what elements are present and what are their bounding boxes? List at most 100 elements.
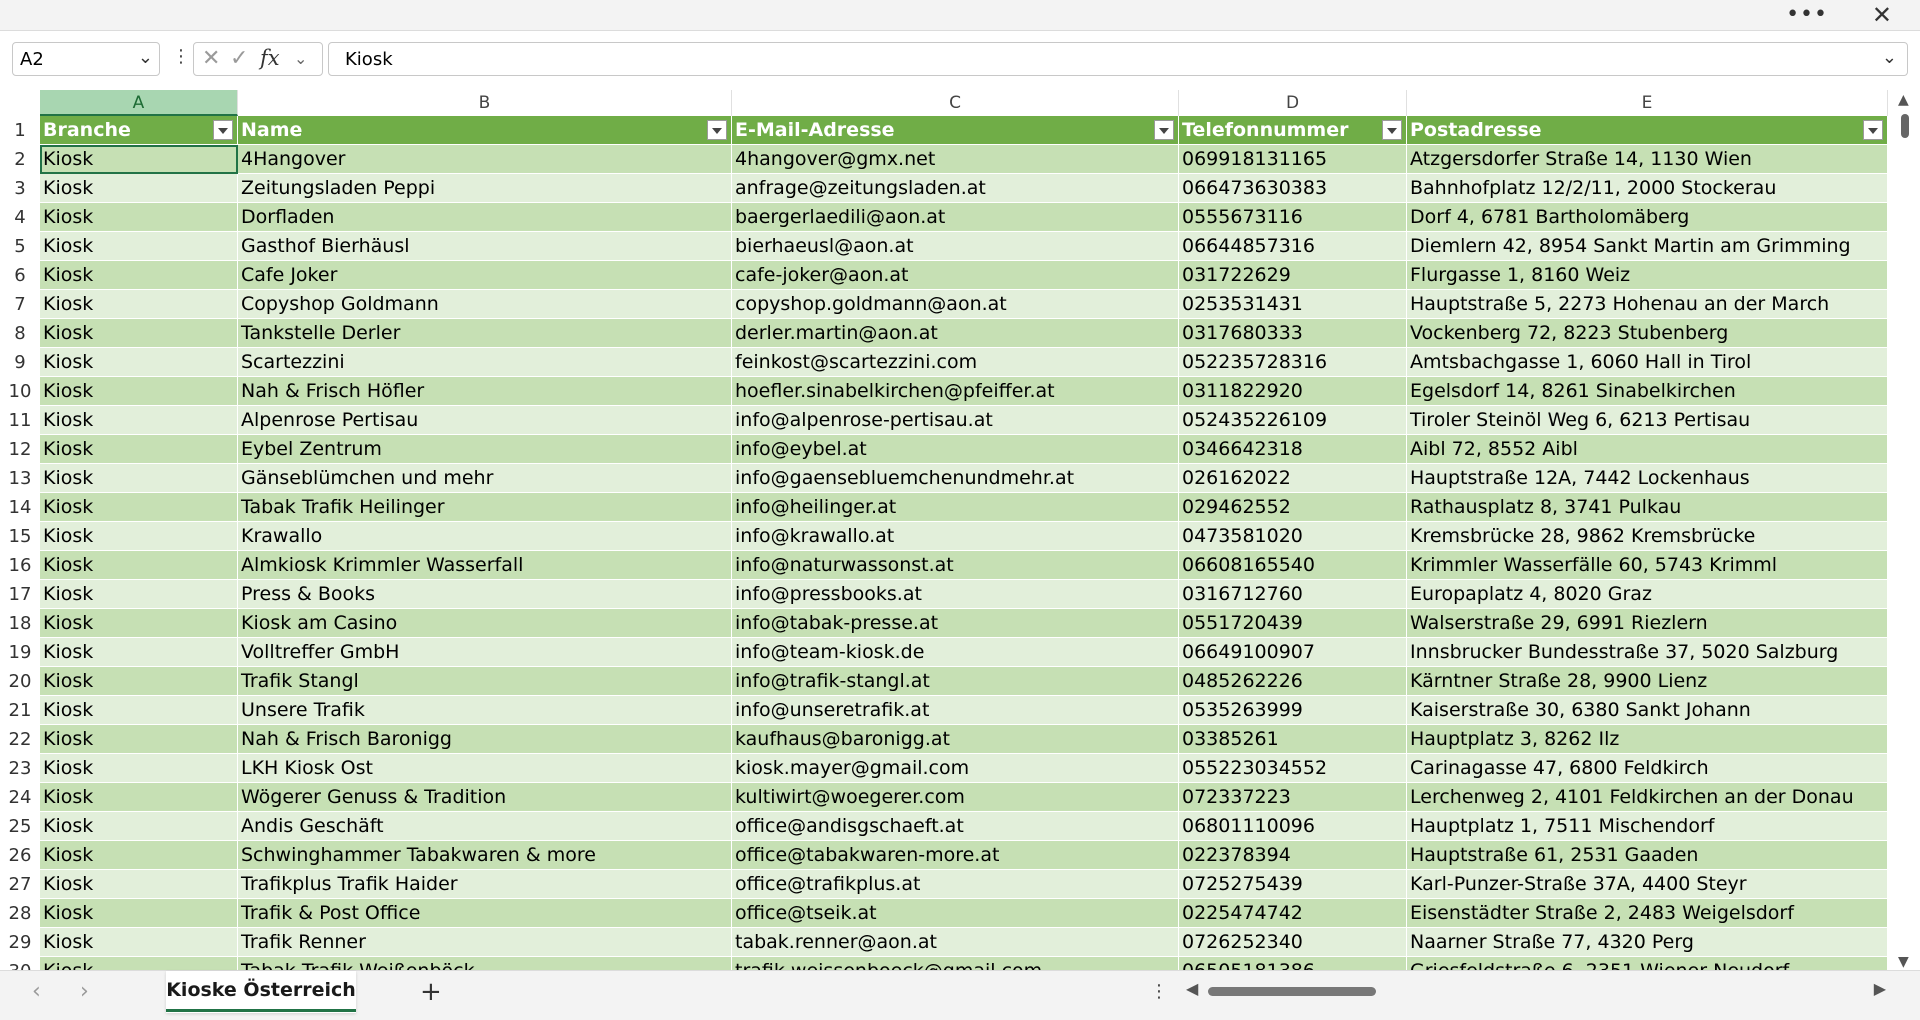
table-cell[interactable]: Kiosk — [40, 261, 238, 290]
scroll-left-icon[interactable]: ◀ — [1186, 979, 1198, 998]
table-cell[interactable]: info@team-kiosk.de — [732, 638, 1179, 667]
table-cell[interactable]: bierhaeusl@aon.at — [732, 232, 1179, 261]
table-cell[interactable]: 052435226109 — [1179, 406, 1407, 435]
scroll-thumb[interactable] — [1901, 114, 1909, 138]
table-cell[interactable]: 0346642318 — [1179, 435, 1407, 464]
table-cell[interactable]: 029462552 — [1179, 493, 1407, 522]
table-cell[interactable]: copyshop.goldmann@aon.at — [732, 290, 1179, 319]
table-cell[interactable]: Dorfladen — [238, 203, 732, 232]
row-number[interactable]: 20 — [0, 667, 40, 696]
vertical-scrollbar[interactable]: ▲ ▼ — [1892, 90, 1920, 970]
table-cell[interactable]: 055223034552 — [1179, 754, 1407, 783]
table-cell[interactable]: Naarner Straße 77, 4320 Perg — [1407, 928, 1888, 957]
table-cell[interactable]: Trafik & Post Office — [238, 899, 732, 928]
table-cell[interactable]: Kiosk — [40, 667, 238, 696]
table-cell[interactable]: Kiosk — [40, 232, 238, 261]
table-cell[interactable]: Kiosk — [40, 812, 238, 841]
table-cell[interactable]: anfrage@zeitungsladen.at — [732, 174, 1179, 203]
row-number[interactable]: 6 — [0, 261, 40, 290]
table-cell[interactable]: Krawallo — [238, 522, 732, 551]
table-cell[interactable]: Kiosk — [40, 406, 238, 435]
more-icon[interactable]: ••• — [1786, 2, 1828, 27]
table-cell[interactable]: Scartezzini — [238, 348, 732, 377]
row-number[interactable]: 10 — [0, 377, 40, 406]
table-cell[interactable]: Unsere Trafik — [238, 696, 732, 725]
table-cell[interactable]: tabak.renner@aon.at — [732, 928, 1179, 957]
table-cell[interactable]: Kiosk — [40, 754, 238, 783]
chevron-down-icon[interactable]: ⌄ — [138, 47, 153, 68]
table-cell[interactable]: info@heilinger.at — [732, 493, 1179, 522]
table-cell[interactable]: Tabak Trafik Heilinger — [238, 493, 732, 522]
table-cell[interactable]: office@trafikplus.at — [732, 870, 1179, 899]
table-cell[interactable]: Press & Books — [238, 580, 732, 609]
table-cell[interactable]: 026162022 — [1179, 464, 1407, 493]
table-cell[interactable]: baergerlaedili@aon.at — [732, 203, 1179, 232]
table-cell[interactable]: Kiosk — [40, 522, 238, 551]
next-sheet-icon[interactable]: › — [80, 979, 89, 1004]
row-number[interactable]: 7 — [0, 290, 40, 319]
expand-formula-icon[interactable]: ⌄ — [1882, 47, 1897, 68]
table-cell[interactable]: Kiosk — [40, 348, 238, 377]
row-number[interactable]: 22 — [0, 725, 40, 754]
filter-dropdown-icon[interactable] — [213, 120, 233, 140]
table-cell[interactable]: 0253531431 — [1179, 290, 1407, 319]
table-cell[interactable]: 0317680333 — [1179, 319, 1407, 348]
table-cell[interactable]: office@tseik.at — [732, 899, 1179, 928]
table-cell[interactable]: Wögerer Genuss & Tradition — [238, 783, 732, 812]
table-cell[interactable]: Kiosk — [40, 551, 238, 580]
table-cell[interactable]: Aibl 72, 8552 Aibl — [1407, 435, 1888, 464]
column-header-d[interactable]: D — [1179, 90, 1407, 116]
table-cell[interactable]: Flurgasse 1, 8160 Weiz — [1407, 261, 1888, 290]
table-cell[interactable]: 0555673116 — [1179, 203, 1407, 232]
filter-dropdown-icon[interactable] — [1382, 120, 1402, 140]
table-cell[interactable]: Kiosk — [40, 870, 238, 899]
table-cell[interactable]: Diemlern 42, 8954 Sankt Martin am Grimmi… — [1407, 232, 1888, 261]
row-number[interactable]: 28 — [0, 899, 40, 928]
table-cell[interactable]: 069918131165 — [1179, 145, 1407, 174]
scroll-down-icon[interactable]: ▼ — [1898, 954, 1909, 970]
table-cell[interactable]: 06505181386 — [1179, 957, 1407, 970]
table-cell[interactable]: 0485262226 — [1179, 667, 1407, 696]
table-cell[interactable]: Hauptplatz 1, 7511 Mischendorf — [1407, 812, 1888, 841]
row-number[interactable]: 17 — [0, 580, 40, 609]
table-cell[interactable]: Eisenstädter Straße 2, 2483 Weigelsdorf — [1407, 899, 1888, 928]
table-cell[interactable]: info@trafik-stangl.at — [732, 667, 1179, 696]
table-cell[interactable]: Tiroler Steinöl Weg 6, 6213 Pertisau — [1407, 406, 1888, 435]
table-cell[interactable]: Europaplatz 4, 8020 Graz — [1407, 580, 1888, 609]
table-cell[interactable]: Kiosk — [40, 145, 238, 174]
previous-sheet-icon[interactable]: ‹ — [32, 979, 41, 1004]
name-box[interactable]: A2 ⌄ — [12, 42, 160, 76]
row-number[interactable]: 29 — [0, 928, 40, 957]
table-cell[interactable]: Kaiserstraße 30, 6380 Sankt Johann — [1407, 696, 1888, 725]
table-cell[interactable]: info@alpenrose-pertisau.at — [732, 406, 1179, 435]
check-icon[interactable]: ✓ — [230, 46, 248, 71]
vertical-dots-icon[interactable]: ⋮ — [1150, 981, 1168, 1002]
table-cell[interactable]: 0316712760 — [1179, 580, 1407, 609]
table-cell[interactable]: Alpenrose Pertisau — [238, 406, 732, 435]
table-cell[interactable]: 0225474742 — [1179, 899, 1407, 928]
table-cell[interactable]: Gänseblümchen und mehr — [238, 464, 732, 493]
table-cell[interactable]: Cafe Joker — [238, 261, 732, 290]
table-cell[interactable]: Kiosk — [40, 290, 238, 319]
table-cell[interactable]: Andis Geschäft — [238, 812, 732, 841]
table-cell[interactable]: Kiosk — [40, 464, 238, 493]
row-number[interactable]: 13 — [0, 464, 40, 493]
vertical-dots-icon[interactable]: ⋮ — [172, 46, 190, 67]
formula-input[interactable]: Kiosk ⌄ — [328, 42, 1908, 76]
table-cell[interactable]: Kiosk — [40, 928, 238, 957]
chevron-down-icon[interactable]: ⌄ — [294, 49, 307, 68]
row-number[interactable]: 18 — [0, 609, 40, 638]
filter-dropdown-icon[interactable] — [1863, 120, 1883, 140]
table-cell[interactable]: Kiosk — [40, 696, 238, 725]
table-cell[interactable]: 06649100907 — [1179, 638, 1407, 667]
table-cell[interactable]: Kiosk — [40, 957, 238, 970]
row-number[interactable]: 5 — [0, 232, 40, 261]
table-cell[interactable]: 03385261 — [1179, 725, 1407, 754]
table-cell[interactable]: Hauptstraße 61, 2531 Gaaden — [1407, 841, 1888, 870]
table-cell[interactable]: feinkost@scartezzini.com — [732, 348, 1179, 377]
table-cell[interactable]: 022378394 — [1179, 841, 1407, 870]
table-cell[interactable]: derler.martin@aon.at — [732, 319, 1179, 348]
table-cell[interactable]: Egelsdorf 14, 8261 Sinabelkirchen — [1407, 377, 1888, 406]
table-cell[interactable]: Kiosk — [40, 783, 238, 812]
table-cell[interactable]: Hauptstraße 5, 2273 Hohenau an der March — [1407, 290, 1888, 319]
